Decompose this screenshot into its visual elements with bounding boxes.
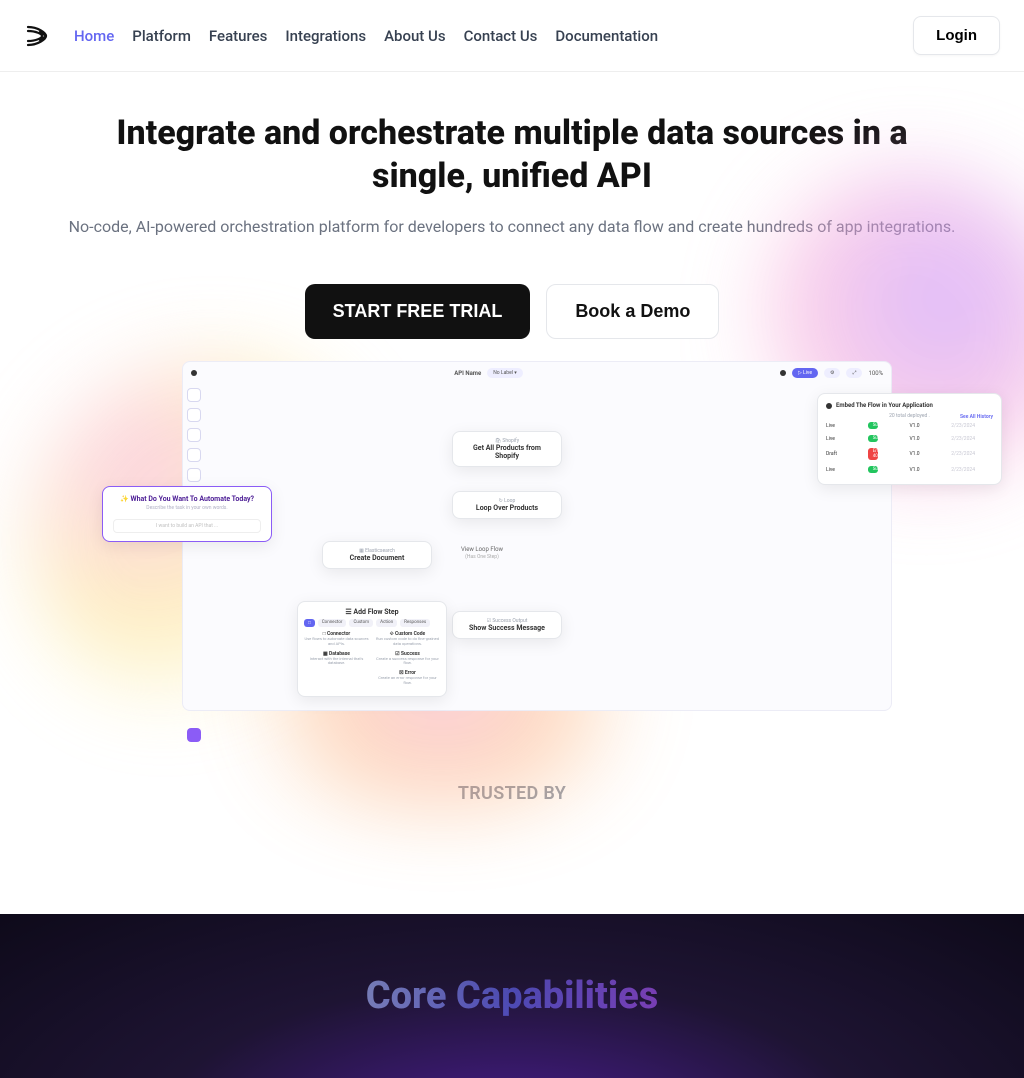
node-shopify: 🛍 Shopify Get All Products from Shopify (452, 431, 562, 467)
cta-row: START FREE TRIAL Book a Demo (40, 284, 984, 339)
table-row: Live Success V1.0 2/23/2024 (826, 419, 993, 432)
start-trial-button[interactable]: START FREE TRIAL (305, 284, 531, 339)
nav-link-integrations[interactable]: Integrations (285, 27, 366, 45)
view-loop-label: View Loop Flow (Has One Step) (442, 546, 522, 560)
sidebar-ai-icon (187, 728, 201, 742)
hero-section: Integrate and orchestrate multiple data … (0, 72, 1024, 771)
node-loop: ↻ Loop Loop Over Products (452, 491, 562, 519)
chip: Action (376, 619, 397, 627)
nav-link-home[interactable]: Home (74, 27, 114, 45)
nav-link-contact[interactable]: Contact Us (464, 27, 538, 45)
node-title: Show Success Message (461, 624, 553, 632)
live-badge: ▷ Live (792, 368, 818, 378)
core-capabilities-section: Core Capabilities (0, 914, 1024, 1078)
sidebar-tool-icon (187, 468, 201, 482)
chip: Custom (349, 619, 373, 627)
toolbar-icon: ⤢ (846, 368, 862, 378)
node-title: Get All Products from Shopify (461, 444, 553, 460)
logo-icon (24, 23, 50, 49)
chip: Responses (400, 619, 430, 627)
add-step-header: ☰ Add Flow Step (304, 608, 440, 616)
core-capabilities-title: Core Capabilities (366, 974, 659, 1018)
add-step-card: ☰ Add Flow Step □ Connector Custom Actio… (297, 601, 447, 697)
canvas-dot-icon (780, 370, 786, 376)
sidebar-tool-icon (187, 448, 201, 462)
deploy-card: Embed The Flow in Your Application 20 to… (817, 393, 1002, 485)
node-success: ☑ Success Output Show Success Message (452, 611, 562, 639)
login-button[interactable]: Login (913, 16, 1000, 55)
see-all-link: See All History (960, 414, 993, 420)
sidebar-tool-icon (187, 388, 201, 402)
table-row: Live Success V1.0 2/23/2024 (826, 432, 993, 445)
label-dropdown: No Label ▾ (487, 368, 523, 378)
prompt-input: I want to build an API that ... (113, 519, 261, 533)
api-name-label: API Name (454, 370, 481, 377)
top-nav: Home Platform Features Integrations Abou… (0, 0, 1024, 72)
canvas-avatar-icon (191, 370, 197, 376)
zoom-level: 100% (868, 370, 883, 377)
nav-link-features[interactable]: Features (209, 27, 267, 45)
prompt-hint: Describe the task in your own words. (113, 505, 261, 511)
nav-link-about[interactable]: About Us (384, 27, 446, 45)
canvas-sidebar (187, 388, 205, 742)
deploy-header: Embed The Flow in Your Application (826, 402, 993, 409)
deploy-table: Live Success V1.0 2/23/2024 Live Success… (826, 419, 993, 476)
chip: □ (304, 619, 315, 627)
flow-canvas: API Name No Label ▾ ▷ Live ⚙ ⤢ 100% (182, 361, 892, 711)
prompt-header: ✨ What Do You Want To Automate Today? (113, 495, 261, 503)
hero-title: Integrate and orchestrate multiple data … (102, 112, 922, 197)
table-row: Draft Error 401 V1.0 2/23/2024 (826, 445, 993, 463)
canvas-toolbar: API Name No Label ▾ ▷ Live ⚙ ⤢ 100% (183, 362, 891, 384)
nav-link-platform[interactable]: Platform (132, 27, 191, 45)
prompt-card: ✨ What Do You Want To Automate Today? De… (102, 486, 272, 542)
table-row: Live Success V1.0 2/23/2024 (826, 463, 993, 476)
sidebar-tool-icon (187, 408, 201, 422)
sidebar-tool-icon (187, 428, 201, 442)
chip: Connector (318, 619, 347, 627)
nav-links: Home Platform Features Integrations Abou… (74, 27, 658, 45)
nav-link-docs[interactable]: Documentation (555, 27, 658, 45)
toolbar-icon: ⚙ (824, 368, 840, 378)
book-demo-button[interactable]: Book a Demo (546, 284, 719, 339)
node-title: Create Document (331, 554, 423, 562)
hero-illustration: API Name No Label ▾ ▷ Live ⚙ ⤢ 100% (72, 351, 952, 771)
node-title: Loop Over Products (461, 504, 553, 512)
node-elastic: ▦ Elasticsearch Create Document (322, 541, 432, 569)
dot-icon (826, 403, 832, 409)
